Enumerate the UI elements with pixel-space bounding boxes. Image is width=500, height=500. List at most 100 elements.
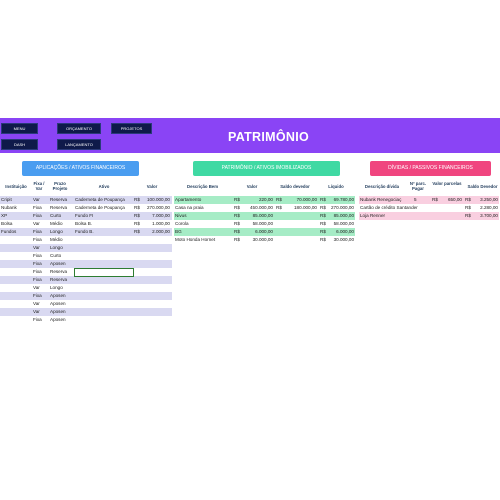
cell-descricao[interactable]: Apartamento: [175, 196, 232, 204]
cell-prazo[interactable]: Reserva: [50, 276, 74, 284]
cell-prazo[interactable]: Aposen: [50, 292, 74, 300]
cell-prazo[interactable]: Reserva: [50, 196, 74, 204]
cell-fixa-var[interactable]: Fixa: [33, 292, 47, 300]
cell-instituicao[interactable]: XP: [1, 212, 30, 220]
cell-liquido[interactable]: 270.000,00: [324, 204, 354, 212]
cell-ativo[interactable]: [75, 308, 133, 316]
cell-ativo[interactable]: [75, 316, 133, 324]
cell-ativo[interactable]: [75, 284, 133, 292]
cell-n-parcelas[interactable]: 5: [414, 196, 424, 204]
cell-valor[interactable]: [140, 260, 170, 268]
cell-instituicao[interactable]: [1, 244, 30, 252]
cell-instituicao[interactable]: [1, 284, 30, 292]
cell-fixa-var[interactable]: Var: [33, 284, 47, 292]
cell-fixa-var[interactable]: Fixa: [33, 276, 47, 284]
cell-prazo[interactable]: Médio: [50, 220, 74, 228]
cell-descricao[interactable]: Nubank Renegociaç: [360, 196, 408, 204]
cell-instituicao[interactable]: [1, 316, 30, 324]
cell-instituicao[interactable]: Bolsa: [1, 220, 30, 228]
cell-ativo[interactable]: Caderneta de Poupança: [75, 196, 133, 204]
cell-fixa-var[interactable]: Var: [33, 220, 47, 228]
cell-saldo[interactable]: 180.000,00: [282, 204, 317, 212]
cell-valor[interactable]: 450.000,00: [240, 204, 273, 212]
cell-valor[interactable]: [140, 300, 170, 308]
cell-liquido[interactable]: 58.000,00: [324, 220, 354, 228]
orcamento-button[interactable]: ORÇAMENTO: [57, 123, 101, 134]
cell-valor[interactable]: [140, 244, 170, 252]
projetos-button[interactable]: PROJETOS: [111, 123, 152, 134]
cell-ativo[interactable]: [75, 236, 133, 244]
cell-ativo[interactable]: [75, 292, 133, 300]
cell-valor[interactable]: 270.000,00: [140, 204, 170, 212]
cell-valor[interactable]: 7.000,00: [140, 212, 170, 220]
cell-n-parcelas[interactable]: [414, 204, 424, 212]
cell-instituicao[interactable]: [1, 308, 30, 316]
cell-ativo[interactable]: Caderneta de Poupança: [75, 204, 133, 212]
cell-fixa-var[interactable]: Fixa: [33, 236, 47, 244]
lancamento-button[interactable]: LANÇAMENTO: [57, 139, 101, 150]
cell-ativo[interactable]: [75, 252, 133, 260]
cell-valor[interactable]: 100.000,00: [140, 196, 170, 204]
cell-prazo[interactable]: Aposen: [50, 300, 74, 308]
cell-ativo[interactable]: [75, 276, 133, 284]
cell-instituicao[interactable]: [1, 300, 30, 308]
cell-fixa-var[interactable]: Fixa: [33, 316, 47, 324]
dash-button[interactable]: DASH: [1, 139, 38, 150]
cell-prazo[interactable]: Longo: [50, 284, 74, 292]
cell-valor-parcela[interactable]: [438, 212, 462, 220]
cell-fixa-var[interactable]: Fixa: [33, 212, 47, 220]
cell-saldo[interactable]: [282, 236, 317, 244]
cell-instituicao[interactable]: [1, 292, 30, 300]
cell-instituicao[interactable]: [1, 236, 30, 244]
cell-instituicao[interactable]: Fundos: [1, 228, 30, 236]
cell-valor-parcela[interactable]: 650,00: [438, 196, 462, 204]
cell-fixa-var[interactable]: Fixa: [33, 252, 47, 260]
cell-prazo[interactable]: Curto: [50, 212, 74, 220]
cell-saldo[interactable]: 70.000,00: [282, 196, 317, 204]
cell-descricao[interactable]: BG: [175, 228, 232, 236]
cell-instituicao[interactable]: [1, 268, 30, 276]
cell-instituicao[interactable]: [1, 260, 30, 268]
cell-valor[interactable]: 58.000,00: [240, 220, 273, 228]
cell-descricao[interactable]: Moto Honda Hornet: [175, 236, 232, 244]
cell-valor[interactable]: [140, 276, 170, 284]
cell-descricao[interactable]: Nivus: [175, 212, 232, 220]
cell-instituicao[interactable]: Cripit: [1, 196, 30, 204]
cell-prazo[interactable]: Longo: [50, 228, 74, 236]
cell-valor[interactable]: 85.000,00: [240, 212, 273, 220]
cell-liquido[interactable]: 85.000,00: [324, 212, 354, 220]
cell-valor[interactable]: 1.000,00: [140, 220, 170, 228]
cell-valor[interactable]: 220,00: [240, 196, 273, 204]
cell-valor[interactable]: [140, 236, 170, 244]
cell-saldo[interactable]: 2.280,00: [470, 204, 498, 212]
cell-fixa-var[interactable]: Fixa: [33, 260, 47, 268]
cell-prazo[interactable]: Aposen: [50, 316, 74, 324]
selected-cell[interactable]: [74, 268, 134, 277]
cell-valor[interactable]: [140, 268, 170, 276]
cell-fixa-var[interactable]: Var: [33, 244, 47, 252]
cell-ativo[interactable]: Bolsa B.: [75, 220, 133, 228]
cell-valor[interactable]: [140, 252, 170, 260]
cell-valor[interactable]: 30.000,00: [240, 236, 273, 244]
cell-fixa-var[interactable]: Var: [33, 300, 47, 308]
cell-valor[interactable]: [140, 316, 170, 324]
cell-instituicao[interactable]: Nubank: [1, 204, 30, 212]
cell-ativo[interactable]: Fundo B.: [75, 228, 133, 236]
cell-saldo[interactable]: [282, 228, 317, 236]
cell-fixa-var[interactable]: Fixa: [33, 268, 47, 276]
cell-fixa-var[interactable]: Var: [33, 308, 47, 316]
cell-ativo[interactable]: [75, 260, 133, 268]
menu-button[interactable]: MENU: [1, 123, 38, 134]
cell-prazo[interactable]: Médio: [50, 236, 74, 244]
cell-ativo[interactable]: Fundo FI: [75, 212, 133, 220]
cell-prazo[interactable]: Reserva: [50, 268, 74, 276]
cell-valor[interactable]: 6.000,00: [240, 228, 273, 236]
cell-saldo[interactable]: 3.700,00: [470, 212, 498, 220]
cell-n-parcelas[interactable]: [414, 212, 424, 220]
cell-descricao[interactable]: Loja Renner: [360, 212, 440, 220]
cell-prazo[interactable]: Curto: [50, 252, 74, 260]
cell-fixa-var[interactable]: Var: [33, 196, 47, 204]
cell-ativo[interactable]: [75, 300, 133, 308]
cell-valor[interactable]: [140, 308, 170, 316]
cell-fixa-var[interactable]: Fixa: [33, 204, 47, 212]
